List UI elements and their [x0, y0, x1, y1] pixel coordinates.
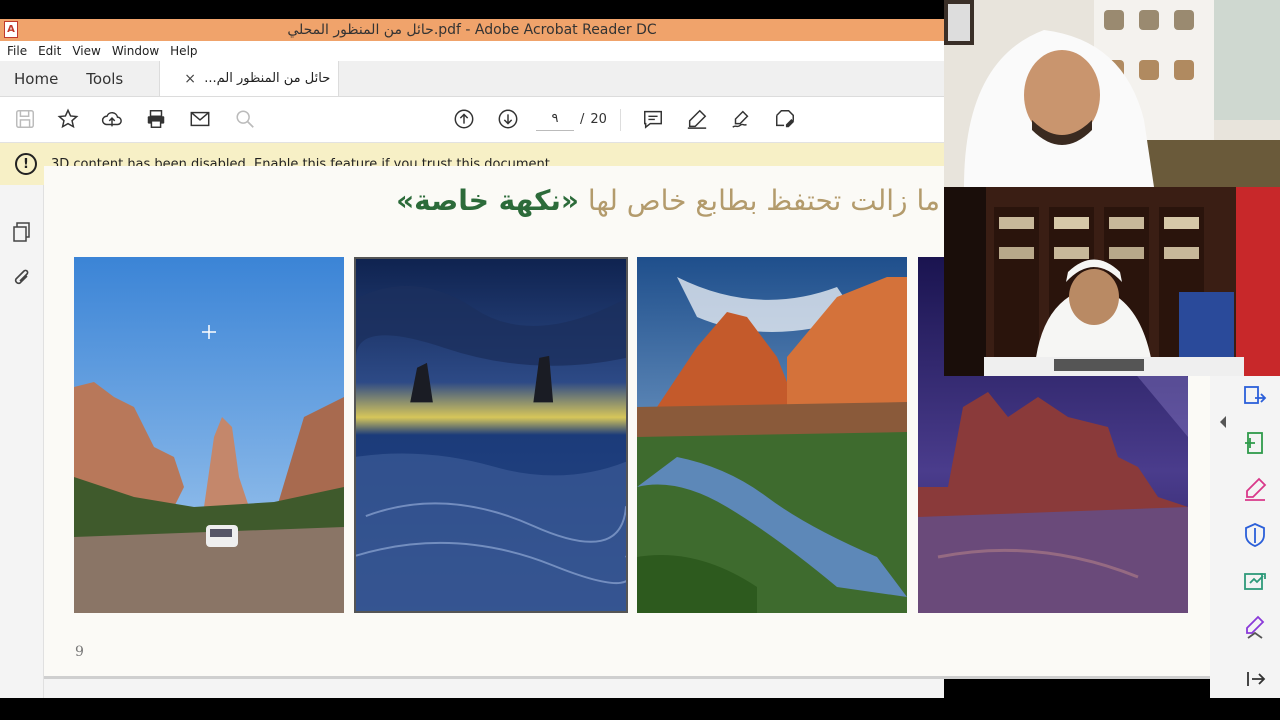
fill-sign-icon[interactable] — [1242, 614, 1268, 640]
bookmark-star-icon[interactable] — [56, 107, 80, 131]
total-pages: 20 — [590, 111, 607, 127]
menu-window[interactable]: Window — [112, 44, 159, 58]
create-pdf-icon[interactable] — [1242, 430, 1268, 456]
menu-file[interactable]: File — [7, 44, 27, 58]
left-panel — [0, 185, 44, 698]
photo-night-sea — [354, 257, 628, 613]
bottom-black-bar — [0, 698, 1280, 720]
edit-pen-icon[interactable] — [1242, 476, 1268, 502]
menu-edit[interactable]: Edit — [38, 44, 61, 58]
tab-bar: Home Tools حائل من المنظور الم... × — [0, 61, 944, 97]
email-icon[interactable] — [188, 107, 212, 131]
tab-tools[interactable]: Tools — [72, 61, 137, 96]
warning-icon: ! — [15, 153, 37, 175]
page-number: 9 — [75, 644, 84, 660]
collapse-panel-icon[interactable] — [1242, 666, 1268, 692]
webcam-participant-2 — [944, 187, 1280, 376]
title-bar: A حائل من المنظور المحلي.pdf - Adobe Acr… — [0, 19, 944, 41]
heading-emphasis-text: «نكهة خاصة» — [396, 184, 580, 217]
menu-bar: File Edit View Window Help — [0, 41, 944, 61]
page-heading: ما زالت تحتفظ بطابع خاص لها «نكهة خاصة» — [396, 184, 940, 217]
send-for-review-icon[interactable] — [1242, 568, 1268, 594]
photo-desert-canyon — [74, 257, 344, 613]
right-tools-panel — [1210, 376, 1280, 698]
protect-shield-icon[interactable] — [1242, 522, 1268, 548]
export-pdf-icon[interactable] — [1242, 384, 1268, 410]
comment-icon[interactable] — [641, 107, 665, 131]
photo-rock-pool — [637, 257, 907, 613]
sign-icon[interactable] — [729, 107, 753, 131]
page-navigator: ٩ / 20 — [536, 107, 607, 131]
webcam-participant-1 — [944, 0, 1280, 187]
pages-thumbnail-icon[interactable] — [11, 221, 33, 243]
page-up-icon[interactable] — [452, 107, 476, 131]
heading-plain-text: ما زالت تحتفظ بطابع خاص لها — [587, 184, 940, 217]
toolbar-divider — [620, 109, 621, 131]
horizontal-scrollbar[interactable] — [44, 676, 1210, 679]
menu-help[interactable]: Help — [170, 44, 197, 58]
page-down-icon[interactable] — [496, 107, 520, 131]
highlight-pen-icon[interactable] — [685, 107, 709, 131]
tab-document[interactable]: حائل من المنظور الم... × — [159, 61, 340, 96]
screen: A حائل من المنظور المحلي.pdf - Adobe Acr… — [0, 0, 1280, 720]
toolbar: ٩ / 20 — [0, 97, 944, 143]
tab-home[interactable]: Home — [0, 61, 72, 96]
collapse-arrow-icon[interactable] — [1218, 414, 1228, 430]
menu-view[interactable]: View — [72, 44, 100, 58]
zoom-search-icon[interactable] — [233, 107, 257, 131]
attachment-paperclip-icon[interactable] — [11, 267, 33, 289]
pdf-icon: A — [4, 21, 18, 38]
save-icon[interactable] — [13, 107, 37, 131]
edit-pdf-icon[interactable] — [773, 107, 797, 131]
print-icon[interactable] — [144, 107, 168, 131]
tab-document-label: حائل من المنظور الم... — [204, 71, 331, 86]
upload-cloud-icon[interactable] — [100, 107, 124, 131]
page-separator: / — [580, 111, 585, 127]
close-tab-icon[interactable]: × — [184, 71, 196, 87]
window-title: حائل من المنظور المحلي.pdf - Adobe Acrob… — [287, 22, 657, 38]
current-page-input[interactable]: ٩ — [536, 107, 574, 131]
